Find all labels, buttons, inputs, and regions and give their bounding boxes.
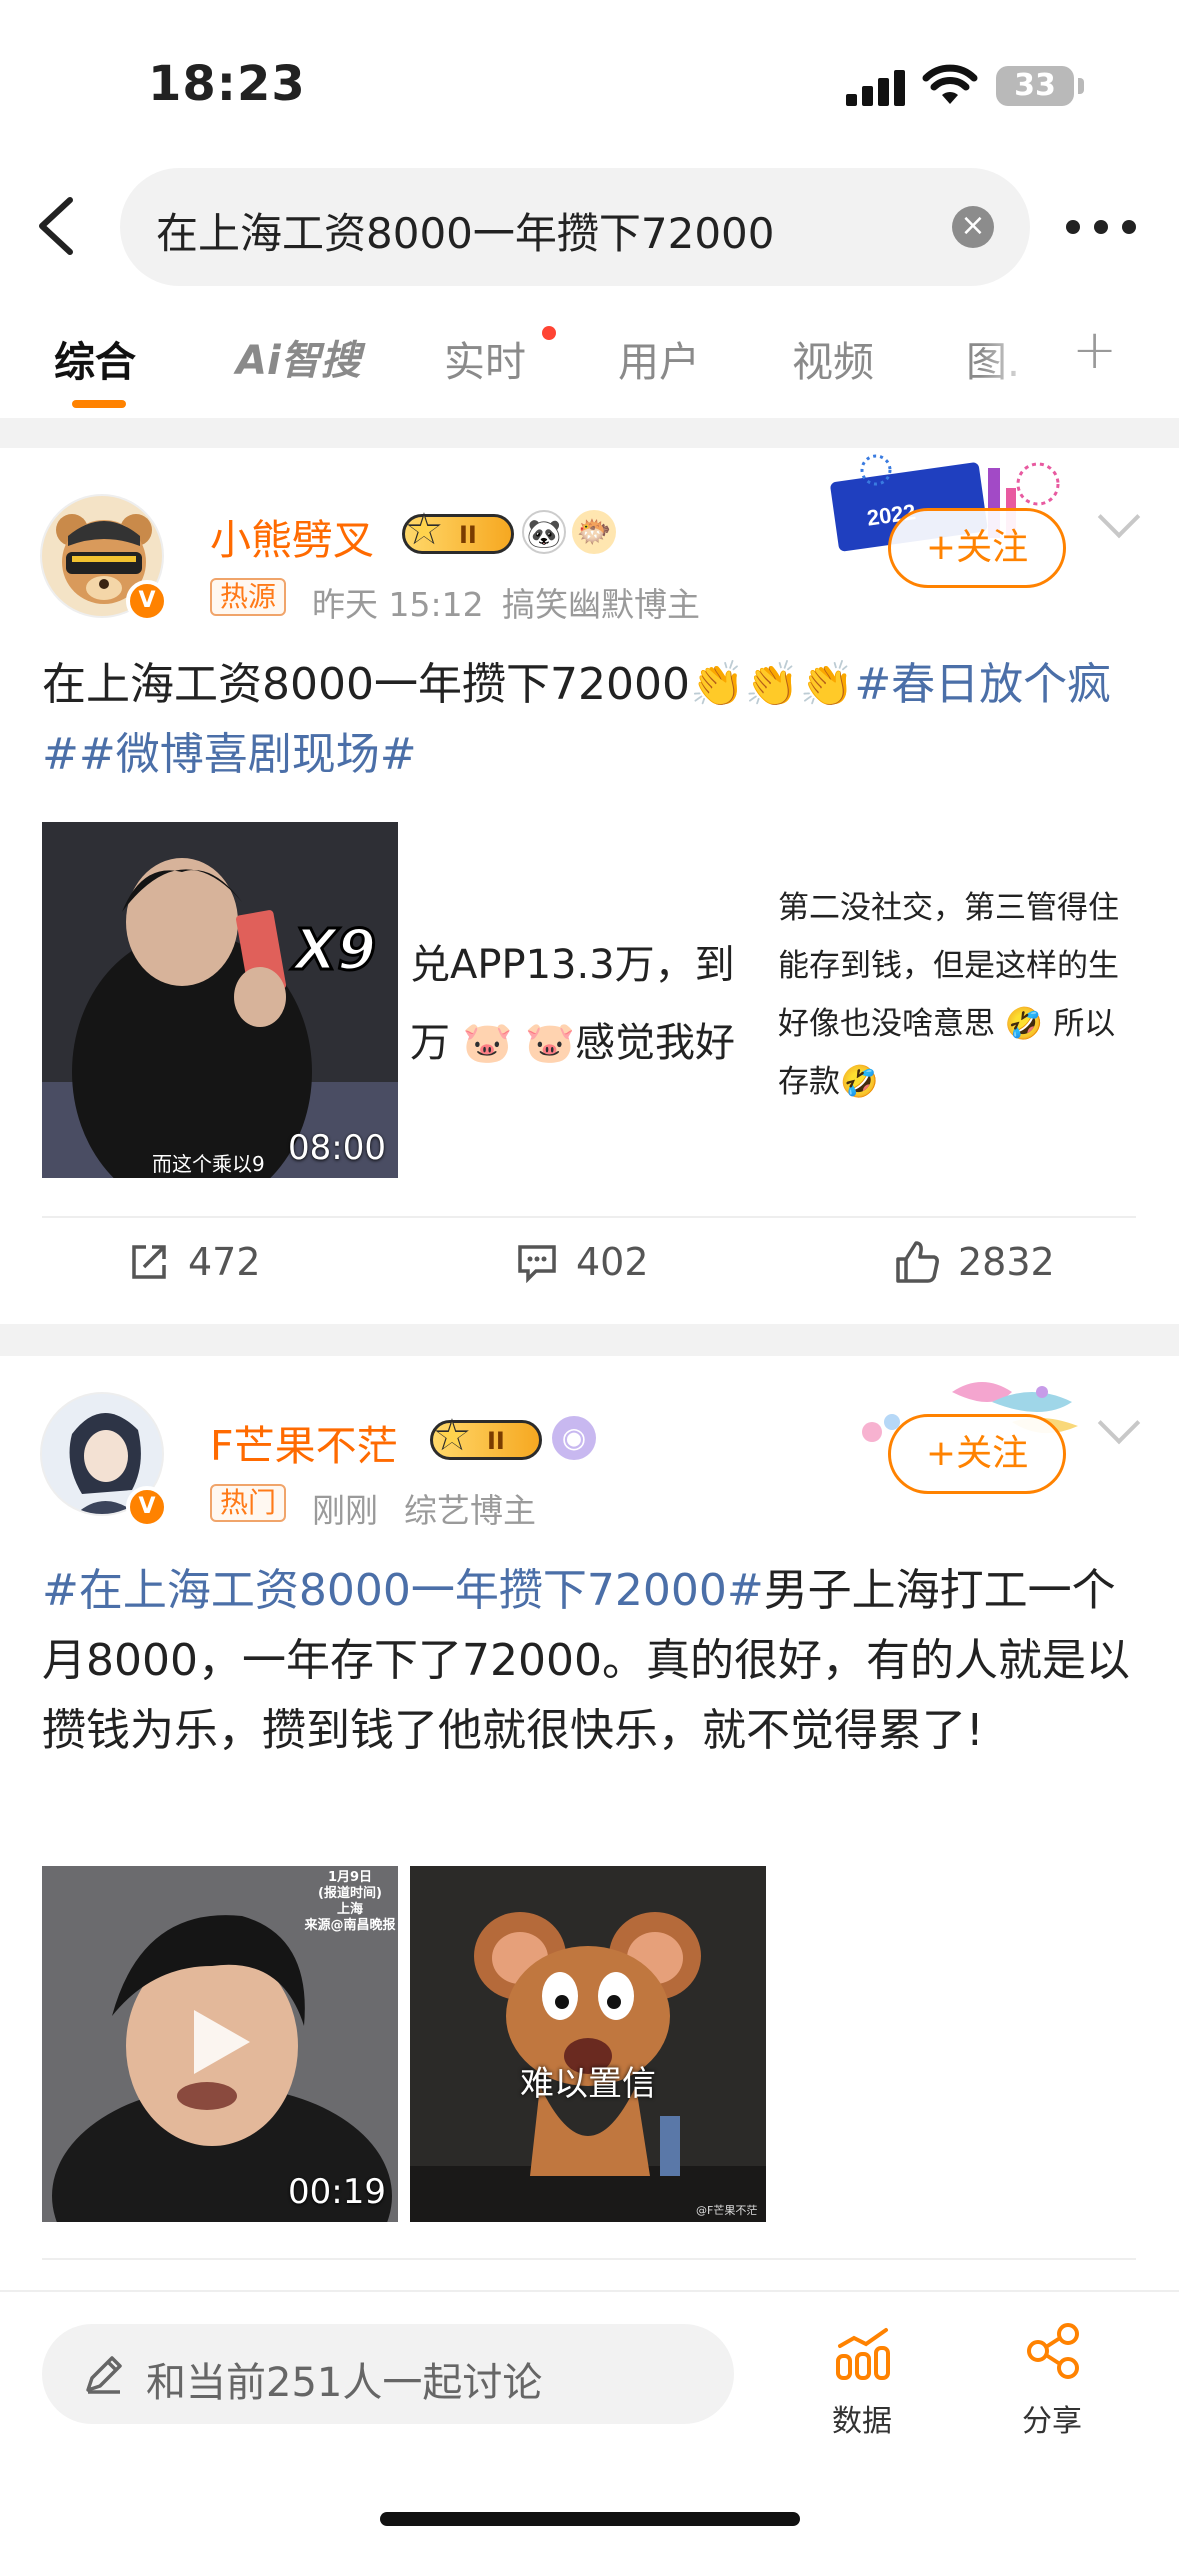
image-text-segment: 万 — [410, 1020, 450, 1066]
user-category: 搞笑幽默博主 — [502, 585, 700, 624]
image-text-line: 能存到钱，但是这样的生 — [778, 948, 1119, 984]
level-badge-icon: ★ ★ II — [430, 1411, 542, 1461]
tab-comprehensive[interactable]: 综合 — [54, 328, 136, 388]
video-thumbnail[interactable]: X9 而这个乘以9 08:00 — [42, 822, 398, 1178]
more-options-icon[interactable] — [1066, 220, 1136, 234]
add-tab-icon[interactable]: + — [1072, 318, 1117, 381]
camera-badge-icon: ◉ — [552, 1416, 596, 1460]
tab-users[interactable]: 用户 — [618, 328, 700, 388]
repost-button[interactable]: 472 — [128, 1240, 261, 1284]
search-query: 在上海工资8000一年攒下72000 — [156, 209, 775, 258]
person-holding-money-image — [42, 822, 398, 1178]
comment-count: 402 — [576, 1240, 649, 1284]
play-icon[interactable] — [188, 2006, 254, 2078]
video-duration: 08:00 — [288, 1128, 386, 1168]
level-number: II — [487, 1427, 505, 1455]
wifi-icon — [922, 64, 978, 104]
image-text-line: 兑APP13.3万，到 — [410, 942, 735, 988]
comment-icon — [518, 1245, 556, 1284]
active-tab-indicator — [72, 400, 126, 408]
follow-button[interactable]: +关注 — [888, 1414, 1066, 1494]
image-caption: 难以置信 — [520, 2064, 656, 2104]
post-time: 昨天 15:12 — [312, 585, 484, 624]
image-text-segment: 所以 — [1053, 1006, 1116, 1042]
fish-icon: 🐡 — [572, 510, 616, 554]
video-subtitle: 而这个乘以9 — [152, 1152, 265, 1176]
share-label[interactable]: 分享 — [1022, 2396, 1082, 2440]
status-bar: 18:23 33 — [0, 0, 1179, 160]
battery-tip — [1078, 78, 1084, 94]
post-text: 在上海工资8000一年攒下72000👏👏👏#春日放个疯##微博喜剧现场# — [42, 650, 1142, 790]
discuss-input[interactable]: 和当前251人一起讨论 — [42, 2324, 734, 2424]
cartoon-mouse-image — [410, 1866, 766, 2222]
search-input[interactable]: 在上海工资8000一年攒下72000 × — [120, 168, 1030, 286]
user-category: 综艺博主 — [404, 1491, 536, 1530]
battery-icon: 33 — [996, 66, 1074, 106]
data-chart-icon[interactable] — [834, 2326, 892, 2380]
image-text-line: 存款🤣 — [778, 1064, 879, 1100]
home-indicator — [380, 2512, 800, 2526]
clap-emoji-icon: 👏👏👏 — [689, 659, 855, 710]
image-watermark: @F芒果不茫 — [696, 2204, 758, 2217]
chevron-down-icon[interactable] — [1097, 1401, 1141, 1445]
image-text-line: 好像也没啥意思 🤣 所以 — [778, 1006, 1116, 1042]
cellular-signal-icon — [846, 68, 906, 106]
tab-realtime[interactable]: 实时 — [444, 328, 526, 388]
tab-ai-search[interactable]: Ai智搜 — [236, 328, 361, 386]
status-time: 18:23 — [148, 56, 306, 112]
realtime-red-dot — [542, 326, 556, 340]
repost-icon — [132, 1245, 166, 1279]
level-number: II — [459, 521, 477, 549]
video-caption: 1月9日 (报道时间) 上海 来源@南昌晚报 — [304, 1870, 396, 1933]
verified-badge-icon: V — [126, 1486, 168, 1528]
hot-tag: 热门 — [210, 1484, 287, 1522]
share-icon[interactable] — [1024, 2322, 1082, 2380]
back-arrow-icon[interactable] — [34, 196, 78, 256]
data-label[interactable]: 数据 — [832, 2396, 892, 2440]
pencil-icon — [86, 2356, 122, 2394]
username[interactable]: F芒果不茫 — [210, 1412, 398, 1472]
image-text-line: 第二没社交，第三管得住 — [778, 890, 1119, 926]
video-duration: 00:19 — [288, 2172, 386, 2212]
panda-icon: 🐼 — [522, 510, 566, 554]
image-thumbnail[interactable]: 难以置信 @F芒果不茫 — [410, 1866, 766, 2222]
post-text: #在上海工资8000一年攒下72000#男子上海打工一个月8000，一年存下了7… — [42, 1556, 1142, 1766]
divider — [42, 2258, 1136, 2260]
chevron-down-icon[interactable] — [1097, 495, 1141, 539]
like-button[interactable]: 2832 — [894, 1240, 1055, 1284]
like-count: 2832 — [958, 1240, 1055, 1284]
hashtag-link[interactable]: #在上海工资8000一年攒下72000# — [42, 1565, 764, 1616]
video-thumbnail[interactable]: 1月9日 (报道时间) 上海 来源@南昌晚报 00:19 — [42, 1866, 398, 2222]
post-actions: 472 402 2832 — [0, 1218, 1179, 1318]
image-thumbnail[interactable]: 兑APP13.3万，到 万 🐷 🐷感觉我好 — [404, 822, 768, 1178]
image-text-segment: 感觉我好 — [575, 1020, 736, 1066]
search-tabs: 综合 Ai智搜 实时 用户 视频 图. + — [0, 318, 1179, 414]
verified-badge-icon: V — [126, 580, 168, 622]
image-text-segment: 好像也没啥意思 — [778, 1006, 995, 1042]
username[interactable]: 小熊劈叉 — [210, 506, 374, 566]
section-divider — [0, 418, 1179, 448]
section-divider — [0, 1324, 1179, 1356]
comment-button[interactable]: 402 — [516, 1240, 649, 1284]
post-body: 在上海工资8000一年攒下72000 — [42, 659, 690, 710]
post-time: 刚刚 — [312, 1491, 378, 1530]
follow-button[interactable]: +关注 — [888, 508, 1066, 588]
image-text-segment: 存款 — [778, 1064, 840, 1100]
level-badge-icon: ★ ★ II — [402, 505, 514, 555]
discuss-placeholder: 和当前251人一起讨论 — [146, 2360, 543, 2406]
image-thumbnail[interactable]: 第二没社交，第三管得住 能存到钱，但是这样的生 好像也没啥意思 🤣 所以 存款🤣 — [778, 822, 1138, 1178]
tab-videos[interactable]: 视频 — [792, 328, 874, 388]
hot-source-tag: 热源 — [210, 578, 287, 616]
repost-count: 472 — [188, 1240, 261, 1284]
like-icon — [896, 1241, 939, 1283]
image-text-line: 万 🐷 🐷感觉我好 — [410, 1010, 735, 1068]
tab-fade — [980, 318, 1040, 398]
pig-emoji-icon: 🐷 🐷 — [462, 1020, 576, 1066]
video-overlay-text: X9 — [292, 917, 377, 985]
clear-search-icon[interactable]: × — [952, 206, 994, 248]
